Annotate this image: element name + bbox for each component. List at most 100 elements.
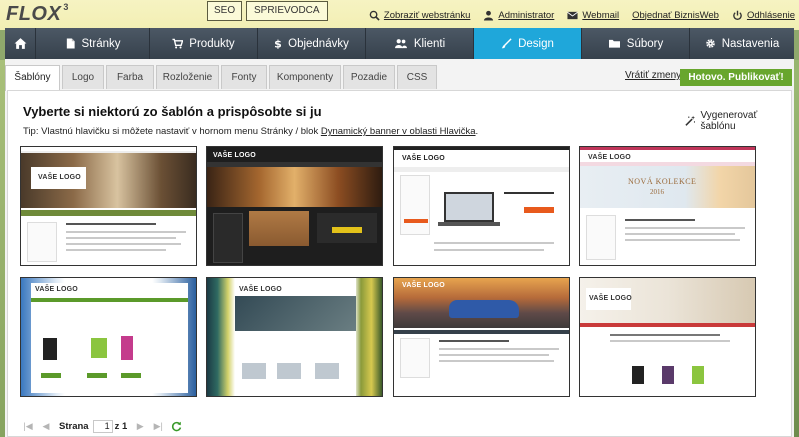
last-page-icon[interactable]: ▶| bbox=[153, 421, 163, 431]
thumb-menu bbox=[394, 167, 569, 172]
thumb-product-tshirt bbox=[121, 336, 133, 360]
thumb-logo: VAŠE LOGO bbox=[213, 152, 256, 159]
nav-products-label: Produkty bbox=[189, 37, 235, 50]
template-thumbnail-desk[interactable]: VAŠE LOGO bbox=[579, 277, 756, 397]
app-logo-text: FLOX bbox=[6, 3, 62, 25]
user-icon bbox=[484, 10, 494, 21]
tab-color[interactable]: Farba bbox=[106, 65, 154, 89]
template-thumbnail-dark[interactable]: VAŠE LOGO bbox=[206, 146, 383, 266]
thumb-text-line bbox=[610, 334, 720, 336]
nav-files[interactable]: Súbory bbox=[582, 28, 690, 59]
nav-home[interactable] bbox=[5, 28, 36, 59]
template-thumbnail-stripes[interactable]: VAŠE LOGO bbox=[206, 277, 383, 397]
generate-template-label: Vygenerovať šablónu bbox=[700, 110, 758, 132]
thumb-buy-button bbox=[524, 207, 554, 213]
thumb-topline bbox=[580, 147, 755, 150]
thumb-sidebar bbox=[27, 222, 57, 262]
thumb-sidebar-active bbox=[404, 219, 428, 223]
order-biznisweb-link[interactable]: Objednať BiznisWeb bbox=[632, 10, 719, 21]
template-thumbnail-shop[interactable]: VAŠE LOGO bbox=[393, 146, 570, 266]
thumb-banner-image bbox=[207, 167, 382, 207]
nav-clients[interactable]: Klienti bbox=[366, 28, 474, 59]
thumb-text-line bbox=[625, 227, 745, 229]
thumb-buy-button bbox=[121, 373, 141, 378]
tab-background[interactable]: Pozadie bbox=[343, 65, 395, 89]
page-label: Strana bbox=[59, 420, 89, 432]
tab-logo[interactable]: Logo bbox=[62, 65, 104, 89]
thumb-product-laptop bbox=[277, 363, 301, 379]
tab-templates[interactable]: Šablóny bbox=[5, 65, 60, 91]
thumb-product-image bbox=[249, 211, 309, 246]
generate-template-button[interactable]: Vygenerovať šablónu bbox=[684, 110, 791, 132]
administrator-link[interactable]: Administrator bbox=[483, 10, 554, 21]
app-logo[interactable]: FLOX 3 bbox=[6, 2, 69, 26]
tab-fonts[interactable]: Fonty bbox=[221, 65, 267, 89]
thumb-text-line bbox=[66, 237, 176, 239]
nav-orders[interactable]: $ Objednávky bbox=[258, 28, 366, 59]
template-thumbnail-car[interactable]: VAŠE LOGO bbox=[393, 277, 570, 397]
thumb-text-line bbox=[66, 249, 166, 251]
nav-orders-label: Objednávky bbox=[288, 37, 349, 50]
seo-button[interactable]: SEO bbox=[207, 1, 243, 21]
template-thumbnail-interior[interactable]: VAŠE LOGO bbox=[20, 146, 197, 266]
templates-content: Vyberte si niektorú zo šablón a prispôso… bbox=[7, 90, 792, 437]
order-biznisweb-label: Objednať BiznisWeb bbox=[632, 9, 719, 21]
webmail-label: Webmail bbox=[582, 9, 620, 21]
guide-button[interactable]: SPRIEVODCA bbox=[246, 1, 328, 21]
thumb-text-line bbox=[439, 354, 549, 356]
logout-label: Odhlásenie bbox=[746, 9, 795, 21]
nav-products[interactable]: Produkty bbox=[150, 28, 258, 59]
thumb-logo: VAŠE LOGO bbox=[402, 155, 445, 162]
nav-settings-label: Nastavenia bbox=[721, 37, 780, 50]
thumb-laptop-image bbox=[444, 192, 494, 222]
cart-icon bbox=[172, 38, 184, 49]
thumb-logo: VAŠE LOGO bbox=[588, 154, 631, 161]
thumb-logo: VAŠE LOGO bbox=[35, 286, 78, 293]
brush-icon bbox=[501, 38, 512, 49]
svg-text:$: $ bbox=[274, 38, 282, 49]
template-thumbnail-collection[interactable]: VAŠE LOGO NOVÁ KOLEKCE 2016 bbox=[579, 146, 756, 266]
template-thumbnail-sky[interactable]: VAŠE LOGO bbox=[20, 277, 197, 397]
publish-button[interactable]: Hotovo. Publikovať! bbox=[680, 69, 792, 86]
first-page-icon[interactable]: |◀ bbox=[23, 421, 33, 431]
page-total-label: z 1 bbox=[114, 420, 128, 432]
nav-design-label: Design bbox=[518, 37, 554, 50]
power-icon bbox=[733, 10, 742, 20]
dynamic-banner-link[interactable]: Dynamický banner v oblasti Hlavička bbox=[321, 126, 476, 137]
thumb-text-line bbox=[439, 340, 509, 342]
thumb-text-line bbox=[625, 219, 695, 221]
thumb-menu bbox=[21, 210, 196, 216]
view-website-link[interactable]: Zobraziť webstránku bbox=[369, 10, 470, 21]
prev-page-icon[interactable]: ◀ bbox=[41, 421, 51, 431]
page-number-input[interactable]: 1 bbox=[92, 419, 113, 433]
thumb-text-line bbox=[625, 239, 740, 241]
logout-link[interactable]: Odhlásenie bbox=[732, 10, 795, 21]
next-page-icon[interactable]: ▶ bbox=[135, 421, 145, 431]
tab-css[interactable]: CSS bbox=[397, 65, 437, 89]
mail-icon bbox=[567, 11, 579, 19]
thumb-text-line bbox=[66, 231, 186, 233]
tab-layout[interactable]: Rozloženie bbox=[156, 65, 219, 89]
page-title: Vyberte si niektorú zo šablón a prispôso… bbox=[23, 104, 322, 119]
design-tabs: Šablóny Logo Farba Rozloženie Fonty Komp… bbox=[5, 65, 439, 91]
thumb-text-line bbox=[434, 242, 554, 244]
tip-suffix: . bbox=[475, 126, 479, 137]
thumb-banner-title: NOVÁ KOLEKCE bbox=[628, 177, 697, 186]
nav-settings[interactable]: Nastavenia bbox=[690, 28, 794, 59]
refresh-icon[interactable] bbox=[171, 421, 182, 432]
webmail-link[interactable]: Webmail bbox=[567, 10, 619, 21]
thumb-product-tshirt bbox=[632, 366, 644, 384]
thumb-text-line bbox=[439, 348, 559, 350]
users-icon bbox=[394, 39, 407, 49]
tab-components[interactable]: Komponenty bbox=[269, 65, 341, 89]
thumb-menu bbox=[580, 323, 755, 327]
pagination: |◀ ◀ Strana 1 z 1 ▶ ▶| bbox=[23, 419, 182, 433]
undo-changes-link[interactable]: Vrátiť zmeny bbox=[625, 70, 681, 81]
thumb-sidebar bbox=[586, 215, 616, 260]
nav-design[interactable]: Design bbox=[474, 28, 582, 59]
tip-prefix: Tip: Vlastnú hlavičku si môžete nastaviť… bbox=[23, 126, 321, 137]
top-bar: FLOX 3 SEO SPRIEVODCA Zobraziť webstránku… bbox=[0, 0, 799, 28]
nav-pages[interactable]: Stránky bbox=[36, 28, 150, 59]
thumb-sidebar bbox=[400, 175, 430, 235]
thumb-topline bbox=[394, 147, 569, 150]
